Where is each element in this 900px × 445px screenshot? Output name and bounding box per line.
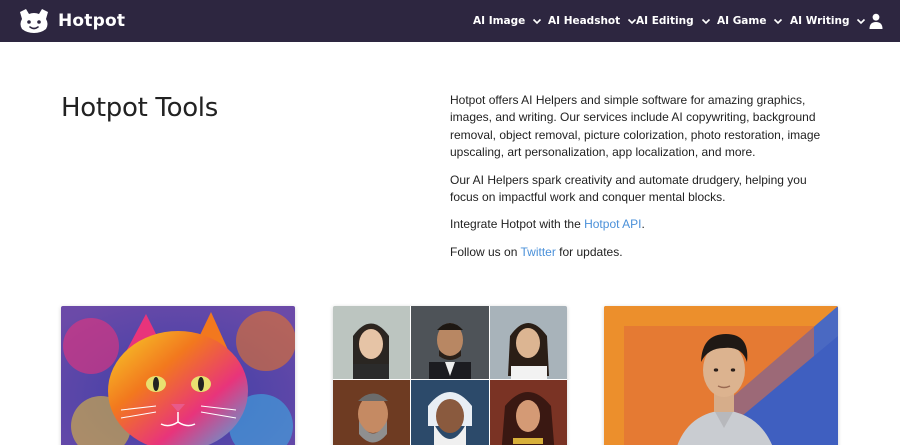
nav-item-label: AI Headshot [548, 15, 621, 27]
headshot-grid-image [333, 306, 567, 445]
twitter-paragraph: Follow us on Twitter for updates. [450, 244, 623, 259]
nav-item-ai-game[interactable]: AI Game [717, 0, 783, 42]
nav-item-label: AI Editing [636, 15, 694, 27]
user-account-icon[interactable] [869, 13, 883, 29]
nav-item-ai-image[interactable]: AI Image [473, 0, 542, 42]
nav-item-ai-headshot[interactable]: AI Headshot [548, 0, 637, 42]
tool-card-ai-editing[interactable] [604, 306, 838, 445]
api-paragraph: Integrate Hotpot with the Hotpot API. [450, 217, 645, 232]
logo-link[interactable]: Hotpot [17, 8, 125, 34]
chevron-down-icon [774, 18, 783, 25]
chevron-down-icon [857, 18, 866, 25]
helpers-paragraph: Our AI Helpers spark creativity and auto… [450, 172, 807, 205]
chevron-down-icon [701, 18, 710, 25]
twitter-link[interactable]: Twitter [520, 245, 555, 259]
intro-text: Hotpot offers AI Helpers and simple soft… [450, 92, 830, 271]
chevron-down-icon [533, 18, 542, 25]
nav-item-ai-writing[interactable]: AI Writing [790, 0, 866, 42]
tool-card-ai-art[interactable] [61, 306, 295, 445]
top-navbar: Hotpot AI Image AI Headshot AI Editing A… [0, 0, 900, 42]
brand-name: Hotpot [58, 11, 126, 31]
tool-card-ai-headshot[interactable] [333, 306, 567, 445]
hotpot-logo-icon [20, 9, 48, 33]
nav-item-label: AI Image [473, 15, 526, 27]
nav-item-label: AI Game [717, 15, 767, 27]
professional-headshot-image [604, 306, 838, 445]
nav-item-ai-editing[interactable]: AI Editing [636, 0, 711, 42]
page-title: Hotpot Tools [61, 93, 218, 123]
hotpot-api-link[interactable]: Hotpot API [584, 217, 641, 231]
nav-item-label: AI Writing [790, 15, 850, 27]
colorful-cat-image [61, 306, 295, 445]
intro-paragraph: Hotpot offers AI Helpers and simple soft… [450, 93, 821, 160]
